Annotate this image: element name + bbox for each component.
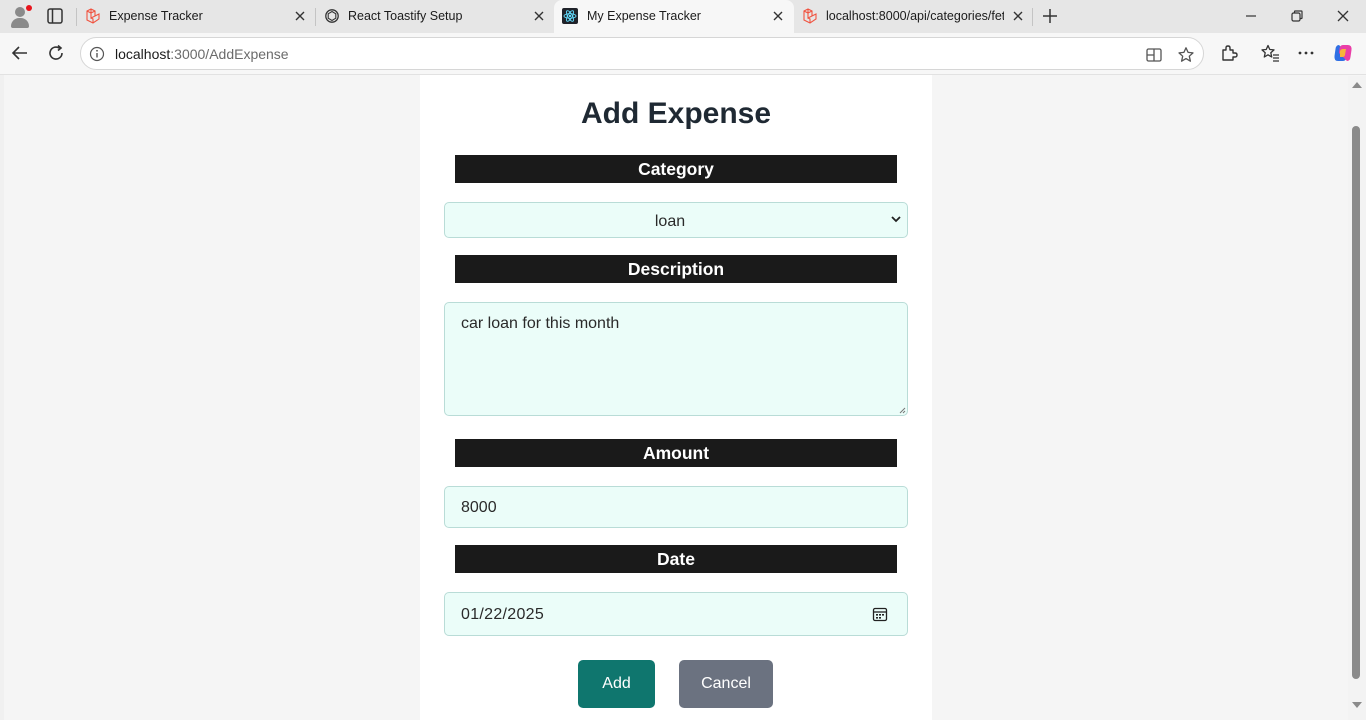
site-info-icon[interactable] — [89, 46, 105, 62]
refresh-icon[interactable] — [46, 43, 66, 63]
close-tab-icon[interactable] — [531, 8, 547, 24]
tab-separator — [1032, 8, 1033, 26]
tab-title: My Expense Tracker — [587, 9, 701, 23]
scroll-up-icon[interactable] — [1352, 82, 1362, 88]
scroll-down-icon[interactable] — [1352, 702, 1362, 708]
cancel-button[interactable]: Cancel — [679, 660, 773, 708]
minimize-icon[interactable] — [1243, 8, 1259, 24]
date-label: Date — [455, 545, 897, 573]
chatgpt-icon — [325, 9, 339, 23]
url-path: :3000/AddExpense — [170, 46, 289, 62]
split-screen-icon[interactable] — [1145, 46, 1163, 64]
close-tab-icon[interactable] — [770, 8, 786, 24]
tab-title: Expense Tracker — [109, 9, 203, 23]
category-selected-value: loan — [654, 213, 686, 230]
new-tab-icon[interactable] — [1041, 7, 1059, 25]
more-options-icon[interactable] — [1296, 43, 1316, 63]
amount-value: 8000 — [461, 499, 497, 516]
close-window-icon[interactable] — [1335, 8, 1351, 24]
tab-my-expense-tracker[interactable]: My Expense Tracker — [554, 0, 794, 33]
add-expense-form: Add Expense Category loan Description ca… — [420, 75, 932, 720]
profile-avatar-icon[interactable] — [8, 5, 32, 29]
description-label: Description — [455, 255, 897, 283]
tab-title: localhost:8000/api/categories/fetc — [826, 9, 1004, 23]
tab-title: React Toastify Setup — [348, 9, 463, 23]
close-tab-icon[interactable] — [1010, 8, 1026, 24]
extensions-icon[interactable] — [1219, 43, 1239, 63]
chevron-down-icon — [891, 216, 901, 223]
tab-actions-icon[interactable] — [46, 7, 64, 25]
date-value: 01/22/2025 — [461, 606, 545, 623]
restore-icon[interactable] — [1289, 8, 1305, 24]
description-textarea[interactable]: car loan for this month — [444, 302, 908, 416]
vertical-scrollbar[interactable] — [1348, 76, 1366, 720]
tab-strip: Expense Tracker React Toastify Setup My … — [0, 0, 1366, 33]
favorites-icon[interactable] — [1260, 43, 1280, 63]
amount-label: Amount — [455, 439, 897, 467]
laravel-icon — [86, 8, 100, 24]
amount-input[interactable]: 8000 — [444, 486, 908, 528]
browser-toolbar: localhost:3000/AddExpense — [0, 33, 1366, 75]
url-host: localhost — [115, 46, 171, 62]
tab-expense-tracker[interactable]: Expense Tracker — [77, 0, 315, 33]
favorite-star-icon[interactable] — [1177, 46, 1195, 64]
category-select[interactable]: loan — [444, 202, 908, 238]
address-bar[interactable]: localhost:3000/AddExpense — [80, 37, 1204, 70]
category-label: Category — [455, 155, 897, 183]
close-tab-icon[interactable] — [292, 8, 308, 24]
react-icon — [562, 8, 578, 24]
page-title: Add Expense — [580, 97, 772, 130]
url-text: localhost:3000/AddExpense — [115, 46, 289, 62]
tab-react-toastify[interactable]: React Toastify Setup — [316, 0, 554, 33]
scrollbar-thumb[interactable] — [1352, 126, 1360, 679]
laravel-icon — [803, 8, 817, 24]
copilot-icon[interactable] — [1333, 43, 1353, 63]
calendar-icon[interactable] — [872, 606, 888, 622]
description-value: car loan for this month — [461, 315, 620, 332]
resize-grip-icon[interactable] — [898, 406, 906, 414]
tab-categories-api[interactable]: localhost:8000/api/categories/fetc — [794, 0, 1032, 33]
back-icon[interactable] — [10, 43, 30, 63]
add-button[interactable]: Add — [578, 660, 655, 708]
date-input[interactable]: 01/22/2025 — [444, 592, 908, 636]
